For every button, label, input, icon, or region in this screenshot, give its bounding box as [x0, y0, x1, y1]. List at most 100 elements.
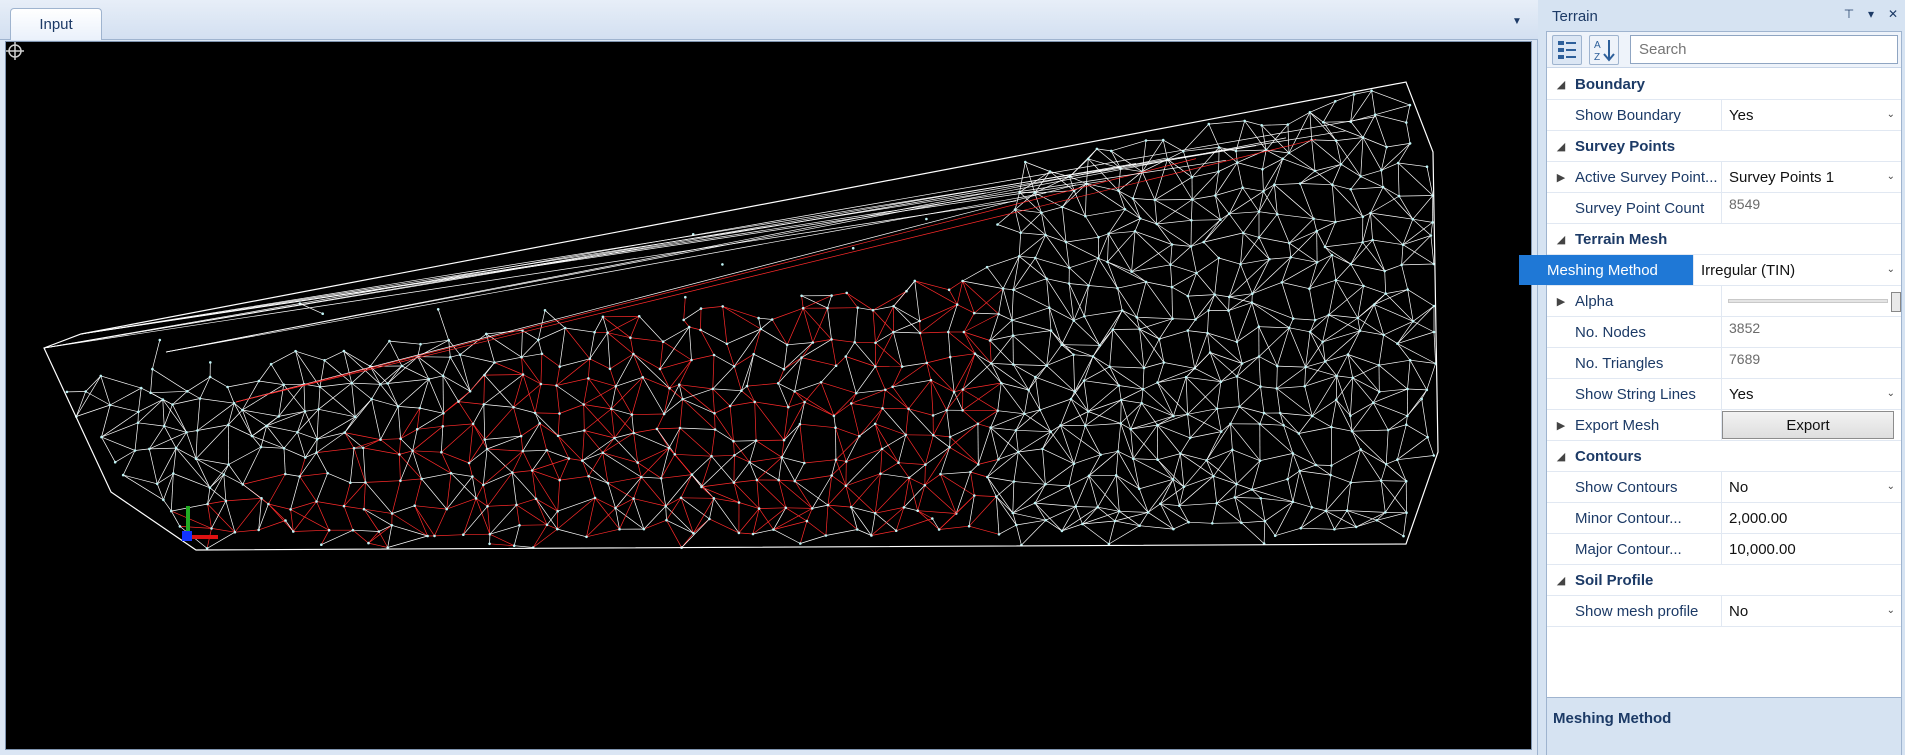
pin-icon[interactable]: ⊤	[1841, 6, 1857, 22]
mesh-edge	[662, 326, 690, 343]
minor-contour-input[interactable]: 2,000.00	[1721, 503, 1901, 533]
meshing-method-select[interactable]: Irregular (TIN) ⌄	[1693, 255, 1901, 285]
property-meshing-method[interactable]: Meshing Method Irregular (TIN) ⌄	[1519, 255, 1901, 286]
mesh-node	[457, 400, 460, 403]
mesh-edge	[559, 327, 566, 367]
mesh-node	[1171, 317, 1174, 321]
mesh-edge	[1035, 257, 1070, 269]
mesh-edge	[1083, 380, 1119, 386]
close-icon[interactable]: ✕	[1885, 6, 1901, 22]
property-major-contour[interactable]: Major Contour... 10,000.00	[1547, 534, 1901, 565]
collapse-icon[interactable]: ◢	[1547, 441, 1575, 471]
mesh-edge	[363, 447, 400, 455]
mesh-node	[1138, 524, 1141, 527]
navigation-target-icon[interactable]	[6, 42, 24, 60]
show-contours-select[interactable]: No ⌄	[1721, 472, 1901, 502]
mesh-node	[342, 349, 346, 353]
mesh-node	[629, 336, 632, 340]
mesh-node	[1377, 363, 1381, 367]
category-survey-points[interactable]: ◢ Survey Points	[1547, 131, 1901, 162]
categorized-view-button[interactable]	[1552, 35, 1582, 65]
mesh-edge	[919, 304, 958, 334]
collapse-icon[interactable]: ◢	[1547, 565, 1575, 595]
mesh-edge	[1258, 326, 1290, 329]
chevron-down-icon[interactable]: ⌄	[1887, 481, 1895, 492]
alphabetical-view-button[interactable]: A Z	[1589, 35, 1619, 65]
property-export-mesh[interactable]: ▶ Export Mesh Export	[1547, 410, 1901, 441]
mesh-edge	[1398, 195, 1414, 220]
mesh-node	[485, 332, 488, 336]
show-boundary-select[interactable]: Yes ⌄	[1721, 100, 1901, 130]
mesh-edge	[363, 482, 366, 510]
mesh-edge	[148, 448, 158, 484]
property-show-boundary[interactable]: Show Boundary Yes ⌄	[1547, 100, 1901, 131]
mesh-node	[925, 361, 929, 365]
property-show-contours[interactable]: Show Contours No ⌄	[1547, 472, 1901, 503]
slider-thumb[interactable]	[1891, 292, 1901, 312]
mesh-node	[976, 422, 980, 426]
mesh-edge	[806, 508, 813, 522]
mesh-edge	[753, 328, 762, 355]
terrain-viewport[interactable]	[5, 41, 1532, 750]
alpha-slider[interactable]	[1721, 286, 1901, 316]
chevron-down-icon[interactable]: ⌄	[1887, 264, 1895, 275]
mesh-node	[399, 437, 402, 441]
category-terrain-mesh[interactable]: ◢ Terrain Mesh	[1547, 224, 1901, 255]
category-contours[interactable]: ◢ Contours	[1547, 441, 1901, 472]
mesh-node	[1321, 340, 1324, 344]
property-show-string-lines[interactable]: Show String Lines Yes ⌄	[1547, 379, 1901, 410]
mesh-edge	[1359, 304, 1375, 331]
property-minor-contour[interactable]: Minor Contour... 2,000.00	[1547, 503, 1901, 534]
mesh-edge	[956, 280, 963, 305]
mesh-edge	[1213, 476, 1218, 504]
show-mesh-profile-select[interactable]: No ⌄	[1721, 596, 1901, 626]
chevron-down-icon[interactable]: ⌄	[1887, 388, 1895, 399]
export-button[interactable]: Export	[1722, 411, 1894, 439]
mesh-edge	[295, 351, 305, 385]
active-survey-points-select[interactable]: Survey Points 1 ⌄	[1721, 162, 1901, 192]
mesh-edge	[914, 280, 921, 322]
mesh-edge	[930, 380, 934, 416]
mesh-edge	[368, 525, 393, 544]
expand-icon[interactable]: ▶	[1547, 286, 1575, 316]
mesh-node	[1068, 266, 1071, 270]
chevron-down-icon[interactable]: ▾	[1863, 6, 1879, 22]
mesh-edge	[149, 447, 177, 450]
chevron-down-icon[interactable]: ⌄	[1887, 605, 1895, 616]
search-input[interactable]	[1630, 35, 1898, 64]
property-alpha[interactable]: ▶ Alpha	[1547, 286, 1901, 317]
property-show-mesh-profile[interactable]: Show mesh profile No ⌄	[1547, 596, 1901, 627]
mesh-node	[1406, 387, 1409, 391]
mesh-node	[632, 497, 635, 500]
expand-icon[interactable]: ▶	[1547, 162, 1575, 192]
chevron-down-icon[interactable]: ⌄	[1887, 171, 1895, 182]
expand-icon[interactable]: ▶	[1547, 410, 1575, 440]
mesh-node	[342, 504, 346, 508]
chevron-down-icon[interactable]: ▼	[1508, 12, 1526, 30]
category-soil-profile[interactable]: ◢ Soil Profile	[1547, 565, 1901, 596]
major-contour-input[interactable]: 10,000.00	[1721, 534, 1901, 564]
collapse-icon[interactable]: ◢	[1547, 69, 1575, 99]
show-string-lines-select[interactable]: Yes ⌄	[1721, 379, 1901, 409]
mesh-edge	[1309, 279, 1337, 290]
property-value: No	[1729, 478, 1749, 496]
slider-track[interactable]	[1728, 299, 1888, 303]
mesh-node	[904, 433, 908, 437]
mesh-edge	[1186, 376, 1221, 383]
mesh-edge	[746, 382, 779, 387]
mesh-edge	[615, 508, 620, 530]
chevron-down-icon[interactable]: ⌄	[1887, 109, 1895, 120]
mesh-edge	[882, 407, 909, 410]
mesh-edge	[1325, 510, 1335, 530]
category-boundary[interactable]: ◢ Boundary	[1547, 69, 1901, 100]
tab-input[interactable]: Input	[10, 8, 102, 40]
property-active-survey-points[interactable]: ▶ Active Survey Point... Survey Points 1…	[1547, 162, 1901, 193]
property-name: Show mesh profile	[1575, 602, 1699, 620]
mesh-edge	[892, 379, 931, 388]
mesh-edge	[1357, 317, 1361, 331]
collapse-icon[interactable]: ◢	[1547, 224, 1575, 254]
mesh-node	[1383, 269, 1386, 273]
mesh-node	[1186, 294, 1190, 298]
collapse-icon[interactable]: ◢	[1547, 131, 1575, 161]
mesh-edge	[557, 413, 560, 436]
